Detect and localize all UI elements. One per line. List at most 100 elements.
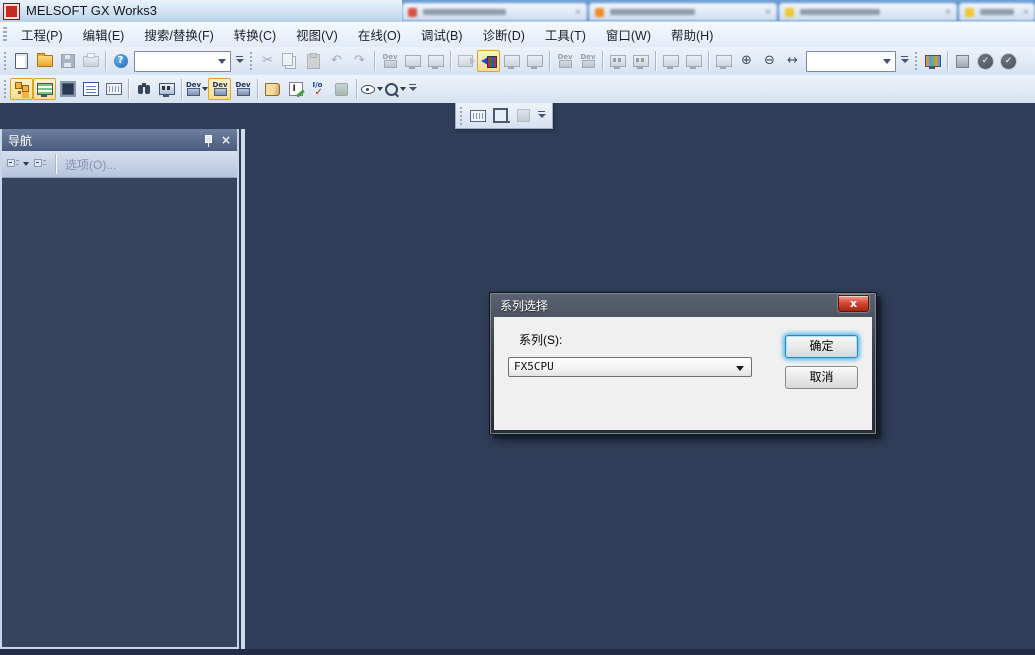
menu-item-4[interactable]: 转换(C) [224, 21, 286, 48]
menu-item-6[interactable]: 在线(O) [348, 21, 411, 48]
menu-item-1[interactable]: 工程(P) [11, 21, 73, 48]
fb-selection-icon [106, 83, 122, 95]
menu-item-3[interactable]: 搜索/替换(F) [134, 21, 223, 48]
module-configuration-button[interactable] [56, 78, 79, 100]
tab-close-icon[interactable]: × [575, 7, 581, 18]
tab-close-icon[interactable]: × [765, 7, 771, 18]
fb-selection-button[interactable] [102, 78, 125, 100]
browser-tab[interactable]: × [779, 3, 957, 21]
options-button[interactable]: 选项(O)... [59, 156, 122, 173]
device-monitor-button[interactable] [553, 50, 576, 72]
tree-display-button[interactable] [6, 153, 29, 175]
redo-button[interactable]: ↷ [348, 50, 371, 72]
tab-close-icon[interactable]: × [1023, 7, 1029, 18]
device-list-button[interactable] [231, 78, 254, 100]
monitor-start-icon [663, 55, 679, 67]
toolbar-overflow-3[interactable] [406, 78, 419, 100]
fit-width-button[interactable]: ↔ [781, 50, 804, 72]
find-button[interactable] [132, 78, 155, 100]
print-button[interactable] [79, 50, 102, 72]
stop-button[interactable] [951, 50, 974, 72]
io-check-button[interactable] [307, 78, 330, 100]
new-project-button[interactable] [10, 50, 33, 72]
verify-with-plc-button[interactable] [401, 50, 424, 72]
copy-button[interactable] [279, 50, 302, 72]
tab-favicon-icon [408, 8, 417, 17]
menu-item-2[interactable]: 编辑(E) [73, 21, 135, 48]
device-write-icon [382, 53, 398, 69]
navigation-panel: 导航 × 选项(O)... [0, 129, 239, 649]
ok-button[interactable]: 确定 [785, 335, 858, 358]
menu-item-10[interactable]: 窗口(W) [596, 21, 661, 48]
statement-display-icon [470, 110, 486, 122]
statement-edit-icon [289, 82, 303, 96]
cut-button[interactable]: ✂ [256, 50, 279, 72]
menu-item-7[interactable]: 调试(B) [411, 21, 473, 48]
online-data-operation-button[interactable] [454, 50, 477, 72]
device-display-button[interactable] [360, 78, 383, 100]
check-program-button[interactable]: ✓ [974, 50, 997, 72]
device-find-button[interactable] [185, 78, 208, 100]
toolbar-grip [248, 52, 253, 70]
find-in-window-button[interactable] [155, 78, 178, 100]
zoom-level-combo[interactable] [806, 51, 896, 72]
menu-item-9[interactable]: 工具(T) [535, 21, 596, 48]
program-editor-button[interactable] [79, 78, 102, 100]
zoom-search-button[interactable] [383, 78, 406, 100]
window-edit-1-button[interactable] [606, 50, 629, 72]
zoom-in-button[interactable]: ⊕ [735, 50, 758, 72]
quick-find-combo[interactable] [134, 51, 231, 72]
write-to-plc-button[interactable] [477, 50, 500, 72]
browser-tab[interactable]: × [589, 3, 777, 21]
cancel-button[interactable]: 取消 [785, 366, 858, 389]
jump-setting-button[interactable] [489, 105, 512, 127]
window-edit-2-button[interactable] [629, 50, 652, 72]
monitor-search-button[interactable] [523, 50, 546, 72]
series-selection-dialog: 系列选择 x 系列(S): FX5CPU 确定 取消 [489, 292, 877, 435]
series-combobox[interactable]: FX5CPU [508, 357, 752, 377]
menu-item-11[interactable]: 帮助(H) [661, 21, 723, 48]
zoom-out-button[interactable]: ⊖ [758, 50, 781, 72]
tab-close-icon[interactable]: × [945, 7, 951, 18]
close-icon[interactable]: × [221, 134, 231, 146]
toolbar-overflow-1[interactable] [233, 50, 246, 72]
pin-icon[interactable] [203, 134, 213, 147]
watch-window-button[interactable] [261, 78, 284, 100]
toolbar-separator [947, 51, 948, 71]
monitor-mode-button[interactable] [712, 50, 735, 72]
toolbar-overflow-2[interactable] [898, 50, 911, 72]
remote-operation-button[interactable] [424, 50, 447, 72]
navigation-window-button[interactable] [10, 78, 33, 100]
title-bar: MELSOFT GX Works3 ×××× [0, 0, 1035, 23]
menu-item-8[interactable]: 诊断(D) [473, 21, 535, 48]
toolbar-overflow-4[interactable] [535, 105, 548, 127]
read-from-plc-button[interactable] [500, 50, 523, 72]
help-button[interactable]: ? [109, 50, 132, 72]
smart-search-button[interactable] [330, 78, 353, 100]
bookmark-button[interactable] [512, 105, 535, 127]
menu-item-5[interactable]: 视图(V) [286, 21, 348, 48]
browser-tab[interactable]: × [959, 3, 1035, 21]
paste-button[interactable] [302, 50, 325, 72]
tree-collapse-button[interactable] [29, 153, 52, 175]
monitor-stop-icon [686, 55, 702, 67]
tab-favicon-icon [965, 8, 974, 17]
device-test-button[interactable] [576, 50, 599, 72]
intelligent-function-button[interactable] [921, 50, 944, 72]
open-project-button[interactable] [33, 50, 56, 72]
save-project-button[interactable] [56, 50, 79, 72]
panel-splitter[interactable] [241, 129, 245, 649]
undo-button[interactable]: ↶ [325, 50, 348, 72]
dialog-close-button[interactable]: x [838, 295, 869, 312]
monitor-start-button[interactable] [659, 50, 682, 72]
browser-tab[interactable]: × [402, 3, 587, 21]
element-selection-window-button[interactable] [33, 78, 56, 100]
check-parameter-button[interactable]: ✓ [997, 50, 1020, 72]
cross-reference-button[interactable] [208, 78, 231, 100]
monitor-stop-button[interactable] [682, 50, 705, 72]
fit-width-icon: ↔ [785, 53, 801, 69]
toolbar-separator [450, 51, 451, 71]
statement-edit-button[interactable] [284, 78, 307, 100]
device-write-button[interactable] [378, 50, 401, 72]
statement-display-button[interactable] [466, 105, 489, 127]
